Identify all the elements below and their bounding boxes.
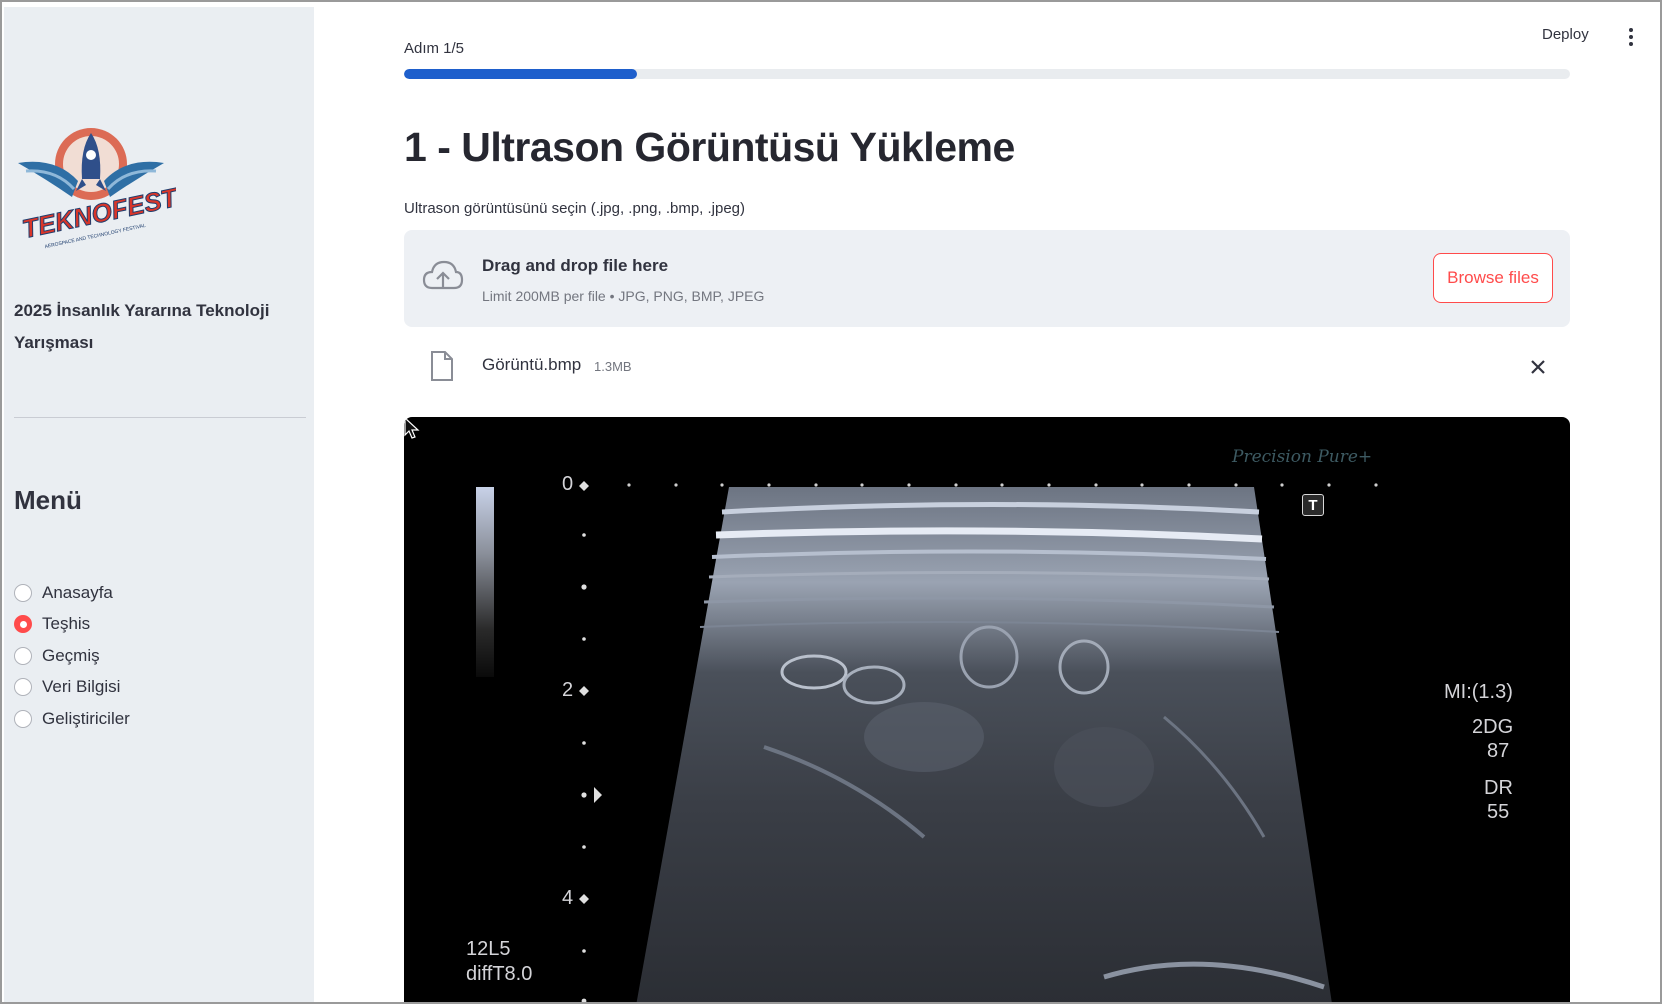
- deploy-button[interactable]: Deploy: [1542, 26, 1589, 43]
- t-marker: T: [1302, 494, 1324, 516]
- progress-bar: [404, 69, 1570, 79]
- radio-button[interactable]: [14, 678, 32, 697]
- file-dropzone[interactable]: Drag and drop file here Limit 200MB per …: [404, 230, 1570, 327]
- step-label: Adım 1/5: [404, 40, 465, 57]
- cloud-upload-icon: [422, 260, 464, 290]
- radio-button[interactable]: [14, 646, 32, 665]
- depth-label-2: 2: [562, 679, 574, 701]
- menu-item-label: Veri Bilgisi: [42, 677, 121, 697]
- greyscale-bar: [476, 487, 494, 677]
- depth-label-0: 0: [562, 473, 574, 495]
- file-uploader-label: Ultrason görüntüsünü seçin (.jpg, .png, …: [404, 200, 746, 217]
- dropzone-instructions: Drag and drop file here: [482, 256, 669, 275]
- competition-title: 2025 İnsanlık Yararına Teknoloji Yarışma…: [14, 301, 270, 352]
- close-icon[interactable]: [1524, 353, 1552, 381]
- uploaded-file-size: 1.3MB: [594, 359, 632, 374]
- menu-item-teshis[interactable]: Teşhis: [14, 609, 130, 641]
- mouse-cursor-icon: [404, 417, 420, 439]
- menu-item-gelistiriciler[interactable]: Geliştiriciler: [14, 703, 130, 735]
- app-window: TEKNOFEST AEROSPACE AND TECHNOLOGY FESTI…: [0, 0, 1662, 1004]
- sidebar-divider: [14, 417, 306, 418]
- file-icon: [431, 351, 453, 381]
- teknofest-logo-icon: TEKNOFEST AEROSPACE AND TECHNOLOGY FESTI…: [16, 119, 182, 251]
- menu-item-label: Geliştiriciler: [42, 708, 130, 728]
- page-title: 1 - Ultrason Görüntüsü Yükleme: [404, 124, 1015, 170]
- sidebar: TEKNOFEST AEROSPACE AND TECHNOLOGY FESTI…: [4, 7, 314, 1002]
- menu-item-veri-bilgisi[interactable]: Veri Bilgisi: [14, 672, 130, 704]
- depth-label-4: 4: [562, 887, 574, 909]
- menu-item-gecmis[interactable]: Geçmiş: [14, 640, 130, 672]
- ultrasound-brand: Precision Pure+: [1232, 447, 1373, 467]
- probe-label: 12L5: [466, 938, 511, 960]
- ultrasound-image: Precision Pure+ T 0 2 4 MI:(1.3) 2DG 87 …: [404, 417, 1570, 1002]
- uploaded-file-row: Görüntü.bmp 1.3MB: [404, 347, 1570, 387]
- menu-item-anasayfa[interactable]: Anasayfa: [14, 577, 130, 609]
- menu-item-label: Anasayfa: [42, 582, 113, 602]
- radio-button-selected[interactable]: [14, 615, 32, 634]
- gain-readout: 87: [1487, 740, 1510, 762]
- mi-readout: MI:(1.3): [1444, 681, 1513, 703]
- preset-label: diffT8.0: [466, 963, 533, 985]
- uploaded-file-name: Görüntü.bmp: [482, 355, 582, 374]
- progress-fill: [404, 69, 638, 79]
- radio-button[interactable]: [14, 709, 32, 728]
- kebab-menu-icon[interactable]: [1622, 26, 1640, 48]
- radio-button[interactable]: [14, 583, 32, 602]
- menu-item-label: Geçmiş: [42, 645, 100, 665]
- dr-value: 55: [1487, 801, 1510, 823]
- menu-item-label: Teşhis: [42, 614, 91, 634]
- dr-label: DR: [1484, 777, 1513, 799]
- menu-radio-group: Anasayfa Teşhis Geçmiş Veri Bilgisi Geli…: [14, 577, 130, 735]
- dropzone-limits: Limit 200MB per file • JPG, PNG, BMP, JP…: [482, 288, 765, 304]
- mode-readout: 2DG: [1472, 716, 1514, 738]
- browse-files-button[interactable]: Browse files: [1433, 253, 1553, 303]
- menu-title: Menü: [14, 485, 82, 515]
